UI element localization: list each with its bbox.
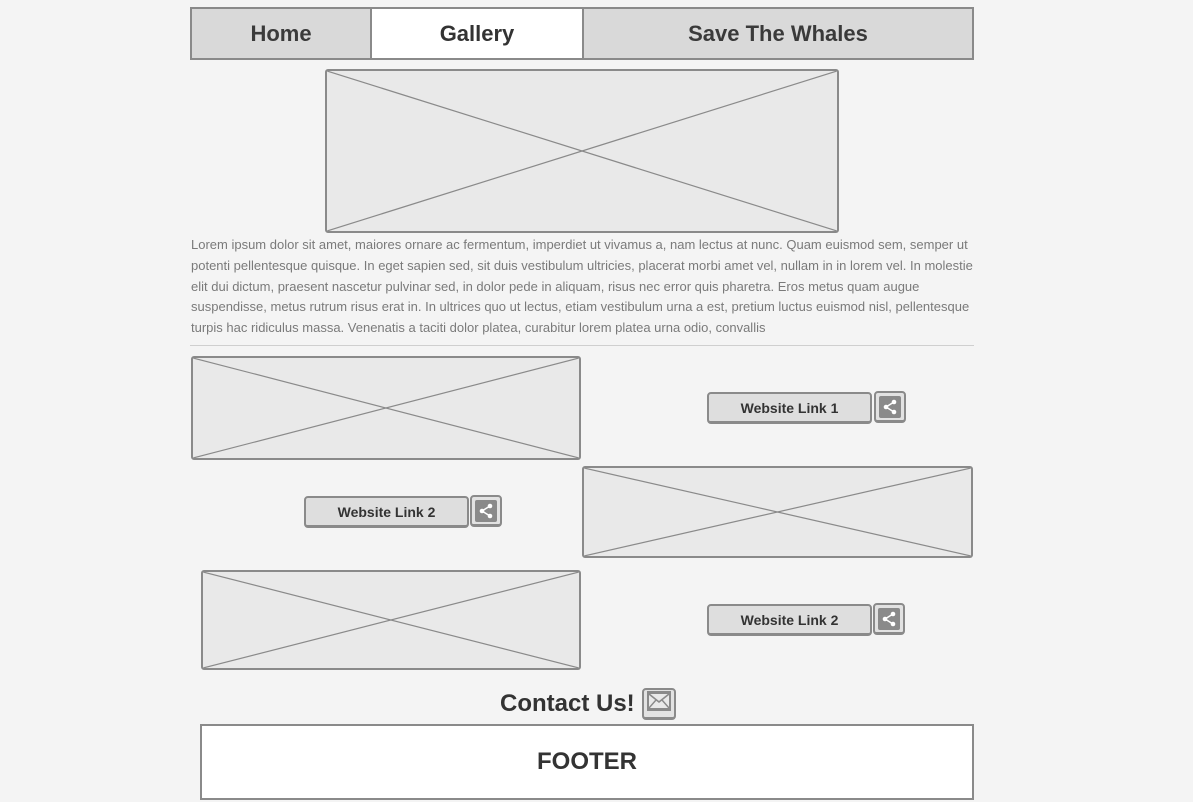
share-button-1[interactable]	[874, 391, 906, 423]
share-icon	[475, 499, 497, 522]
tab-home[interactable]: Home	[192, 9, 370, 58]
gallery-image-placeholder-3	[201, 570, 581, 670]
share-button-2[interactable]	[470, 495, 502, 527]
tab-home-label: Home	[250, 20, 312, 46]
contact-us-heading: Contact Us!	[500, 690, 635, 717]
website-link-1-label: Website Link 1	[740, 399, 839, 416]
website-link-2-button[interactable]: Website Link 2	[304, 496, 469, 528]
website-link-3-button[interactable]: Website Link 2	[707, 604, 872, 636]
contact-mail-button[interactable]	[642, 688, 676, 720]
tab-save-the-whales-label: Save The Whales	[688, 20, 868, 46]
tab-gallery-label: Gallery	[439, 20, 515, 46]
website-link-3-label: Website Link 2	[740, 611, 839, 628]
share-button-3[interactable]	[873, 603, 905, 635]
mail-icon	[646, 690, 672, 717]
main-nav: Home Gallery Save The Whales	[190, 7, 974, 60]
website-link-1-button[interactable]: Website Link 1	[707, 392, 872, 424]
gallery-image-placeholder-1	[191, 356, 581, 460]
section-divider	[190, 345, 974, 346]
hero-image-placeholder	[325, 69, 839, 233]
tab-gallery[interactable]: Gallery	[370, 9, 582, 58]
footer-label: FOOTER	[537, 748, 637, 775]
share-icon	[878, 607, 900, 630]
tab-save-the-whales[interactable]: Save The Whales	[582, 9, 972, 58]
share-icon	[879, 395, 901, 418]
intro-paragraph: Lorem ipsum dolor sit amet, maiores orna…	[191, 237, 973, 336]
website-link-2-label: Website Link 2	[337, 503, 436, 520]
page-footer: FOOTER	[200, 724, 974, 800]
gallery-image-placeholder-2	[582, 466, 973, 558]
